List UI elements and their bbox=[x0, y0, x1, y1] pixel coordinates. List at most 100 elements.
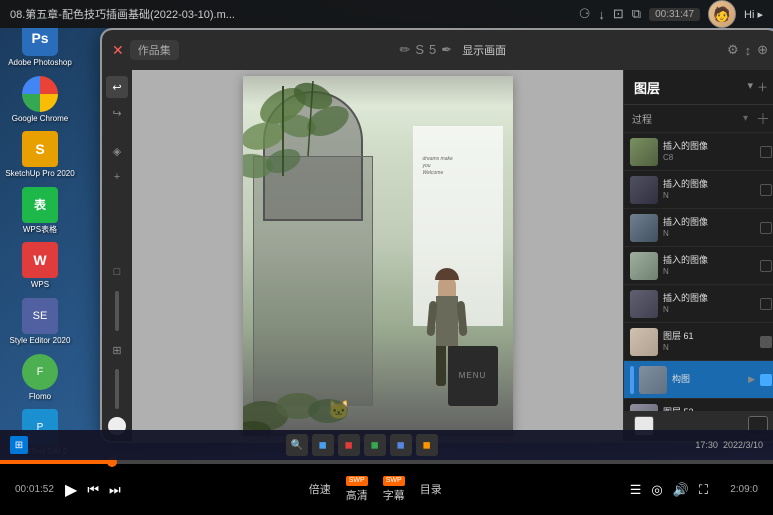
controls-right: ☰ ◎ 🔊 ⛶ bbox=[630, 482, 708, 498]
adjust-icon[interactable]: ⚙ bbox=[727, 42, 739, 58]
desktop-icon-wps-table[interactable]: 表 WPS表格 bbox=[5, 187, 75, 235]
desktop-icon-style[interactable]: SE Style Editor 2020 bbox=[5, 298, 75, 346]
subtitle-badge: SWP bbox=[383, 476, 405, 486]
taskbar-app3[interactable]: ◼ bbox=[364, 434, 386, 456]
layer-name: 插入的图像 bbox=[663, 293, 755, 305]
hi-label[interactable]: Hi ▸ bbox=[744, 8, 763, 21]
picture-in-picture-icon[interactable]: ⊡ bbox=[613, 6, 624, 22]
undo-tool[interactable]: ↩ bbox=[106, 76, 128, 98]
taskbar-search[interactable]: 🔍 bbox=[286, 434, 308, 456]
desktop-icons: Ps Adobe Photoshop Google Chrome S Sketc… bbox=[5, 20, 90, 457]
catalog-button[interactable]: 目录 bbox=[420, 481, 442, 497]
list-button[interactable]: ☰ bbox=[630, 482, 642, 498]
volume-button[interactable]: 🔊 bbox=[673, 482, 689, 498]
layer-thumbnail bbox=[630, 328, 658, 356]
layer-mode: C8 bbox=[663, 153, 755, 162]
fullscreen-button[interactable]: ⛶ bbox=[699, 482, 708, 498]
layer-item-active[interactable]: 构图 ▶ bbox=[624, 361, 773, 399]
layer-item[interactable]: 图层 61 N bbox=[624, 323, 773, 361]
opacity-slider[interactable] bbox=[115, 291, 119, 331]
quality-button[interactable]: SWP 高清 bbox=[346, 476, 368, 503]
layer-visibility-checkbox[interactable] bbox=[760, 146, 772, 158]
icon-label: Adobe Photoshop bbox=[8, 58, 72, 68]
layer-thumbnail bbox=[639, 366, 667, 394]
controls-center: 倍速 SWP 高清 SWP 字幕 目录 bbox=[131, 476, 620, 503]
layer-visibility-checkbox[interactable] bbox=[760, 336, 772, 348]
menu-board: MENU bbox=[448, 346, 498, 406]
zoom-tool[interactable]: + bbox=[106, 166, 128, 188]
compose-indicator bbox=[630, 366, 634, 394]
layer-visibility-checkbox[interactable] bbox=[760, 374, 772, 386]
brush-tool[interactable]: ✏ bbox=[399, 42, 410, 58]
progress-bar[interactable] bbox=[0, 460, 773, 464]
layer-name: 构图 bbox=[672, 374, 743, 386]
select-icon[interactable]: ⊕ bbox=[757, 42, 768, 58]
panel-header: 图层 ▾ ＋ bbox=[624, 70, 773, 105]
sign-panel: dreams makeyouWelcome bbox=[413, 126, 503, 326]
taskbar-app1[interactable]: ◼ bbox=[312, 434, 334, 456]
download-icon[interactable]: ↓ bbox=[598, 7, 605, 22]
layer-visibility-checkbox[interactable] bbox=[760, 222, 772, 234]
layer-mode: N bbox=[663, 343, 755, 352]
play-button[interactable]: ▶ bbox=[65, 480, 77, 500]
prev-chapter-button[interactable]: ⏮ bbox=[87, 482, 99, 498]
desktop-icon-chrome[interactable]: Google Chrome bbox=[5, 76, 75, 124]
icon-label: Style Editor 2020 bbox=[10, 336, 71, 346]
selection-tool[interactable]: ✒ bbox=[441, 42, 452, 58]
filter-label: 过程 bbox=[632, 111, 652, 126]
layers-tool[interactable]: ⊞ bbox=[106, 339, 128, 361]
speed-button[interactable]: 倍速 bbox=[309, 481, 331, 497]
tablet-frame: ✕ 作品集 ✏ S 5 ✒ 显示画面 ⚙ ↕ bbox=[100, 28, 773, 443]
desktop-icon-sketchup[interactable]: S SketchUp Pro 2020 bbox=[5, 131, 75, 179]
filter-plus-icon[interactable]: ＋ bbox=[756, 109, 770, 129]
filter-row[interactable]: 过程 ▾ ＋ bbox=[624, 105, 773, 133]
topbar-left: ✕ 作品集 bbox=[112, 40, 179, 60]
layer-thumbnail bbox=[630, 404, 658, 412]
layer-item[interactable]: 插入的图像 N bbox=[624, 285, 773, 323]
layer-item[interactable]: 插入的图像 C8 bbox=[624, 133, 773, 171]
layer-info: 插入的图像 N bbox=[663, 179, 755, 200]
expand-icon[interactable]: ▶ bbox=[748, 374, 755, 385]
screenshot-icon[interactable]: ⧉ bbox=[632, 6, 641, 22]
subtitle-button[interactable]: SWP 字幕 bbox=[383, 476, 405, 503]
layer-item[interactable]: 插入的图像 N bbox=[624, 247, 773, 285]
icon-label: Google Chrome bbox=[12, 114, 68, 124]
layer-visibility-checkbox[interactable] bbox=[760, 260, 772, 272]
layer-item[interactable]: 图层 53 N bbox=[624, 399, 773, 411]
close-button[interactable]: ✕ bbox=[112, 42, 124, 59]
layer-item[interactable]: 插入的图像 N bbox=[624, 171, 773, 209]
panel-collapse-icon[interactable]: ▾ bbox=[747, 79, 753, 95]
settings-button[interactable]: ◎ bbox=[651, 482, 662, 498]
title-bar: 08.第五章-配色技巧插画基础(2022-03-10).m... ⚆ ↓ ⊡ ⧉… bbox=[0, 0, 773, 28]
taskbar-app2[interactable]: ◼ bbox=[338, 434, 360, 456]
layer-thumbnail bbox=[630, 138, 658, 166]
layers-list: 插入的图像 C8 插入的图像 N bbox=[624, 133, 773, 411]
redo-tool[interactable]: ↪ bbox=[106, 102, 128, 124]
eraser-tool[interactable]: 5 bbox=[429, 42, 436, 58]
size-slider[interactable] bbox=[115, 369, 119, 409]
current-time: 00:01:52 bbox=[15, 484, 55, 495]
layer-visibility-checkbox[interactable] bbox=[760, 298, 772, 310]
desktop-icon-flomo[interactable]: F Flomo bbox=[5, 354, 75, 402]
smudge-tool[interactable]: S bbox=[415, 42, 424, 58]
color-picker[interactable]: □ bbox=[106, 261, 128, 283]
layer-visibility-checkbox[interactable] bbox=[760, 184, 772, 196]
portfolio-button[interactable]: 作品集 bbox=[130, 40, 179, 60]
filter-chevron-icon[interactable]: ▾ bbox=[743, 113, 748, 124]
taskbar-app4[interactable]: ◼ bbox=[390, 434, 412, 456]
transform-icon[interactable]: ↕ bbox=[745, 43, 752, 58]
layer-item[interactable]: 插入的图像 N bbox=[624, 209, 773, 247]
layer-thumbnail bbox=[630, 290, 658, 318]
desktop-icon-wps[interactable]: W WPS bbox=[5, 242, 75, 290]
icon-label: WPS bbox=[31, 280, 49, 290]
next-chapter-button[interactable]: ⏭ bbox=[109, 482, 121, 498]
share-icon[interactable]: ⚆ bbox=[579, 6, 591, 22]
taskbar-right: 17:30 2022/3/10 bbox=[695, 440, 763, 450]
topbar-center: ✏ S 5 ✒ 显示画面 bbox=[187, 42, 719, 58]
avatar[interactable]: 🧑 bbox=[708, 0, 736, 28]
video-controls: 00:01:52 ▶ ⏮ ⏭ 倍速 SWP 高清 SWP 字幕 目录 bbox=[0, 460, 773, 515]
taskbar-app5[interactable]: ◼ bbox=[416, 434, 438, 456]
modifier-tool[interactable]: ◈ bbox=[106, 140, 128, 162]
windows-start-btn[interactable]: ⊞ bbox=[10, 436, 28, 454]
panel-add-icon[interactable]: ＋ bbox=[757, 79, 768, 95]
